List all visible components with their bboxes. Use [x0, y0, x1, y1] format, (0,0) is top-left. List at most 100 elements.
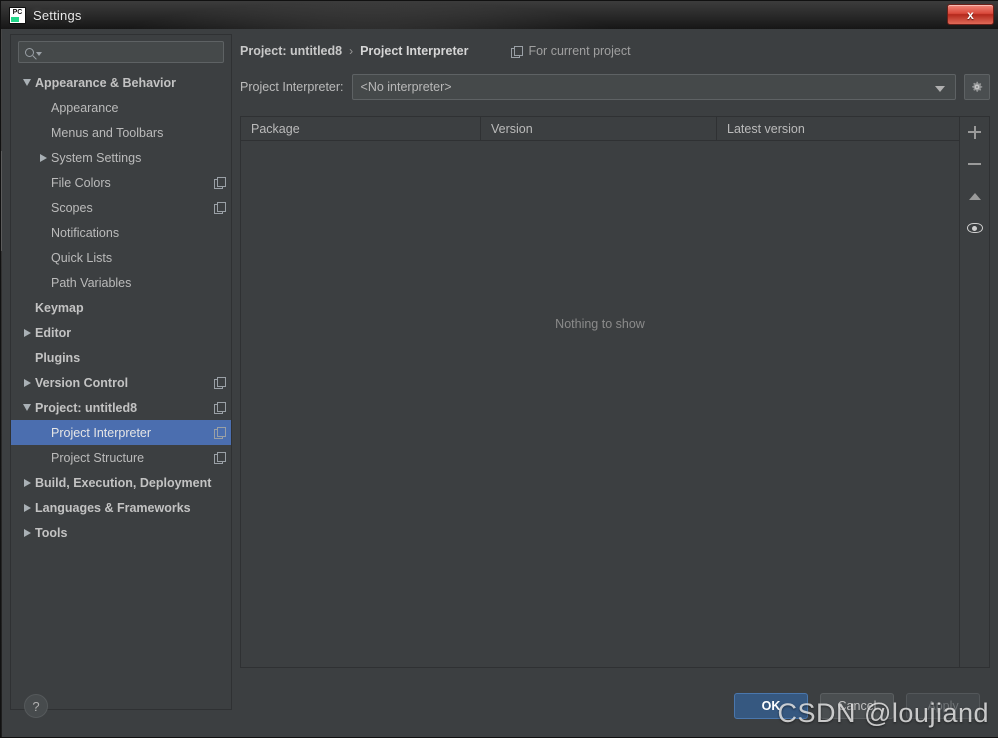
packages-table-header: PackageVersionLatest version: [241, 117, 959, 141]
help-icon: ?: [32, 699, 39, 714]
sidebar-item-editor[interactable]: Editor: [11, 320, 231, 345]
interpreter-label: Project Interpreter:: [240, 80, 344, 94]
pycharm-icon: [9, 7, 26, 24]
sidebar-item-quick-lists[interactable]: Quick Lists: [11, 245, 231, 270]
sidebar-item-build-execution-deployment[interactable]: Build, Execution, Deployment: [11, 470, 231, 495]
show-early-releases-button[interactable]: [963, 217, 987, 239]
chevron-right-icon[interactable]: [35, 154, 51, 162]
settings-dialog: Appearance & Behavior Appearance Menus and…: [2, 29, 998, 737]
sidebar-item-project-structure[interactable]: Project Structure: [11, 445, 231, 470]
eye-icon: [967, 223, 983, 233]
packages-table-body[interactable]: Nothing to show: [241, 141, 959, 667]
breadcrumb: Project: untitled8 › Project Interpreter…: [240, 34, 990, 62]
sidebar-item-path-variables[interactable]: Path Variables: [11, 270, 231, 295]
sidebar-item-label: Path Variables: [51, 276, 131, 290]
empty-state-text: Nothing to show: [241, 317, 959, 331]
help-button[interactable]: ?: [24, 694, 48, 718]
column-header-latest-version[interactable]: Latest version: [717, 117, 959, 140]
breadcrumb-root[interactable]: Project: untitled8: [240, 44, 342, 58]
sidebar-item-version-control[interactable]: Version Control: [11, 370, 231, 395]
sidebar-item-label: System Settings: [51, 151, 141, 165]
search-container: [11, 35, 231, 68]
close-button[interactable]: x: [947, 4, 994, 25]
chevron-right-icon[interactable]: [19, 504, 35, 512]
gear-icon: [970, 80, 984, 94]
sidebar-item-notifications[interactable]: Notifications: [11, 220, 231, 245]
sidebar-item-label: Keymap: [35, 301, 84, 315]
chevron-right-icon[interactable]: [19, 379, 35, 387]
sidebar-item-label: File Colors: [51, 176, 111, 190]
sidebar-item-appearance[interactable]: Appearance: [11, 95, 231, 120]
sidebar-item-label: Project Interpreter: [51, 426, 151, 440]
remove-package-button[interactable]: [963, 153, 987, 175]
dialog-button-row: OK Cancel Apply: [734, 693, 980, 719]
window-title: Settings: [33, 8, 82, 23]
dialog-footer: ? OK Cancel Apply: [2, 683, 998, 737]
copy-icon: [511, 46, 522, 57]
sidebar-item-label: Notifications: [51, 226, 119, 240]
sidebar-item-label: Quick Lists: [51, 251, 112, 265]
copy-icon: [214, 427, 225, 438]
settings-window: Settings x Appearance & BehaviorAppearan…: [0, 0, 998, 738]
chevron-right-icon[interactable]: [19, 479, 35, 487]
packages-table: PackageVersionLatest version Nothing to …: [240, 116, 990, 668]
sidebar-item-label: Tools: [35, 526, 67, 540]
breadcrumb-leaf: Project Interpreter: [360, 44, 468, 58]
search-input[interactable]: [42, 45, 223, 59]
sidebar-item-label: Scopes: [51, 201, 93, 215]
packages-table-toolbar: [959, 117, 989, 667]
sidebar-item-label: Editor: [35, 326, 71, 340]
copy-icon: [214, 402, 225, 413]
sidebar-item-label: Project Structure: [51, 451, 144, 465]
settings-tree: Appearance & Behavior Appearance Menus and…: [11, 68, 231, 709]
breadcrumb-separator: ›: [349, 44, 353, 58]
search-box[interactable]: [18, 41, 224, 63]
titlebar-glow: [121, 1, 621, 29]
sidebar-item-system-settings[interactable]: System Settings: [11, 145, 231, 170]
column-header-package[interactable]: Package: [241, 117, 481, 140]
interpreter-row: Project Interpreter: <No interpreter>: [240, 74, 990, 100]
sidebar-item-keymap[interactable]: Keymap: [11, 295, 231, 320]
sidebar-item-project-untitled8[interactable]: Project: untitled8: [11, 395, 231, 420]
title-bar: Settings x: [1, 1, 998, 29]
interpreter-select[interactable]: <No interpreter>: [352, 74, 956, 100]
minus-icon: [968, 163, 981, 165]
interpreter-settings-button[interactable]: [964, 74, 990, 100]
close-icon: x: [967, 8, 974, 22]
copy-icon: [214, 377, 225, 388]
search-icon: [25, 48, 34, 57]
cancel-button[interactable]: Cancel: [820, 693, 894, 719]
chevron-down-icon[interactable]: [19, 404, 35, 411]
sidebar-item-scopes[interactable]: Scopes: [11, 195, 231, 220]
upgrade-package-button[interactable]: [963, 185, 987, 207]
ok-button[interactable]: OK: [734, 693, 808, 719]
sidebar-item-file-colors[interactable]: File Colors: [11, 170, 231, 195]
sidebar-item-project-interpreter[interactable]: Project Interpreter: [11, 420, 231, 445]
arrow-up-icon: [969, 193, 981, 200]
interpreter-value: <No interpreter>: [361, 80, 452, 94]
main-panel: Project: untitled8 › Project Interpreter…: [240, 34, 990, 710]
copy-icon: [214, 177, 225, 188]
chevron-down-icon: [935, 86, 945, 92]
sidebar-item-languages-frameworks[interactable]: Languages & Frameworks: [11, 495, 231, 520]
sidebar-item-label: Appearance: [51, 101, 118, 115]
sidebar-item-label: Menus and Toolbars: [51, 126, 163, 140]
sidebar-item-plugins[interactable]: Plugins: [11, 345, 231, 370]
sidebar-item-appearance-behavior[interactable]: Appearance & Behavior: [11, 70, 231, 95]
settings-sidebar: Appearance & Behavior Appearance Menus and…: [10, 34, 232, 710]
sidebar-item-label: Version Control: [35, 376, 128, 390]
sidebar-item-label: Plugins: [35, 351, 80, 365]
chevron-right-icon[interactable]: [19, 329, 35, 337]
apply-button[interactable]: Apply: [906, 693, 980, 719]
chevron-down-icon[interactable]: [19, 79, 35, 86]
chevron-right-icon[interactable]: [19, 529, 35, 537]
sidebar-item-label: Project: untitled8: [35, 401, 137, 415]
sidebar-item-tools[interactable]: Tools: [11, 520, 231, 545]
column-header-version[interactable]: Version: [481, 117, 717, 140]
add-package-button[interactable]: [963, 121, 987, 143]
sidebar-item-menus-and-toolbars[interactable]: Menus and Toolbars: [11, 120, 231, 145]
plus-icon: [968, 126, 981, 139]
for-current-project[interactable]: For current project: [511, 44, 630, 58]
sidebar-item-label: Appearance & Behavior: [35, 76, 176, 90]
copy-icon: [214, 202, 225, 213]
